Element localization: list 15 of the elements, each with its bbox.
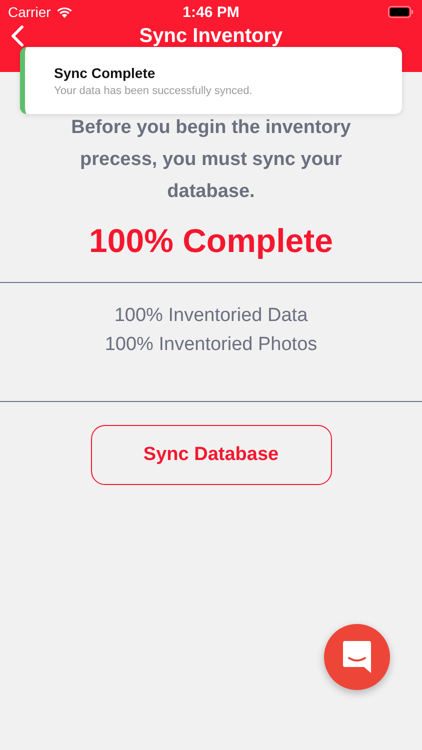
intro-text: Before you begin the inventory precess, you must sync your database. bbox=[70, 116, 352, 204]
progress-text: 100% Complete bbox=[89, 222, 333, 260]
wifi-icon bbox=[56, 6, 73, 18]
toast-message: Your data has been successfully synced. bbox=[54, 85, 254, 97]
toast-title: Sync Complete bbox=[54, 65, 156, 81]
screen-title: Sync Inventory bbox=[139, 25, 283, 48]
carrier-name: Carrier bbox=[8, 4, 51, 20]
chat-icon bbox=[342, 640, 372, 674]
chat-button[interactable] bbox=[324, 624, 390, 690]
status-time: 1:46 PM bbox=[182, 4, 240, 20]
battery-icon bbox=[388, 6, 414, 18]
back-icon[interactable] bbox=[10, 25, 24, 47]
sync-button[interactable]: Sync Database bbox=[90, 425, 332, 485]
stat-text: 100% Inventoried Data bbox=[114, 305, 308, 327]
stat-text: 100% Inventoried Photos bbox=[104, 334, 318, 356]
